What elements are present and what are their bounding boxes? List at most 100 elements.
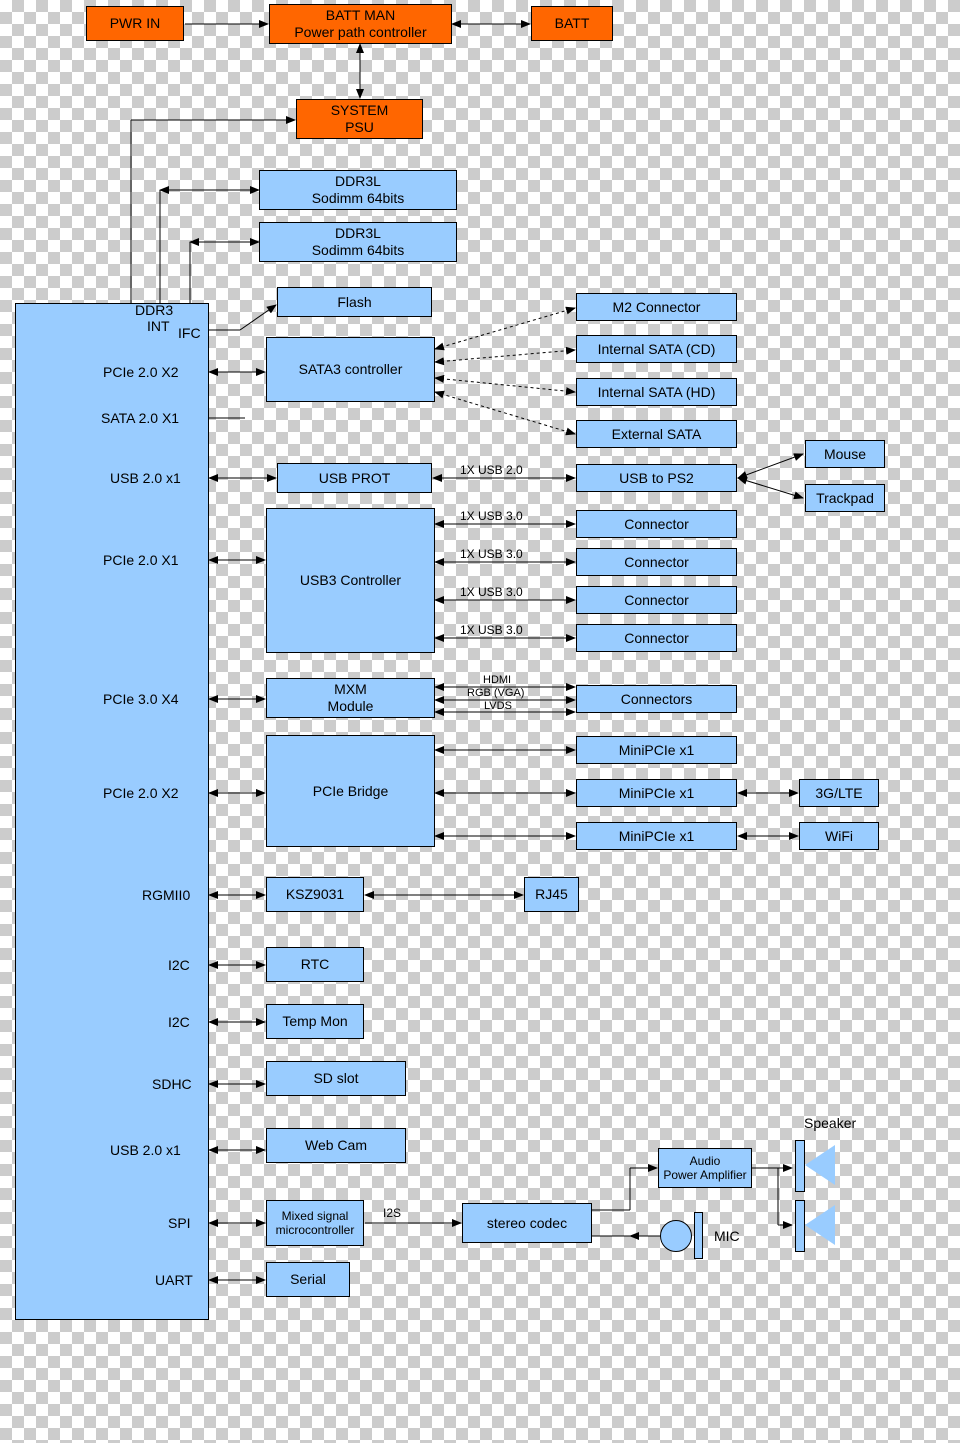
bus-lvds: LVDS bbox=[484, 700, 512, 712]
rtc-label: RTC bbox=[301, 956, 330, 973]
pwr-in-block: PWR IN bbox=[86, 6, 184, 41]
usb-ps2-label: USB to PS2 bbox=[619, 470, 694, 487]
port-pcie30x4: PCIe 3.0 X4 bbox=[103, 691, 179, 707]
stereo-codec-block: stereo codec bbox=[462, 1203, 592, 1243]
usb-ps2-block: USB to PS2 bbox=[576, 464, 737, 492]
port-sdhc: SDHC bbox=[152, 1076, 192, 1092]
audio-pa-block: Audio Power Amplifier bbox=[658, 1148, 752, 1188]
ddr2-block: DDR3L Sodimm 64bits bbox=[259, 222, 457, 262]
speaker-bar-1 bbox=[795, 1140, 805, 1192]
webcam-block: Web Cam bbox=[266, 1128, 406, 1163]
mouse-label: Mouse bbox=[824, 446, 866, 463]
mixed-sig-label: Mixed signal microcontroller bbox=[276, 1209, 355, 1238]
bus-usb30-c: 1X USB 3.0 bbox=[460, 585, 523, 599]
minipcie2-block: MiniPCIe x1 bbox=[576, 779, 737, 807]
soc-block bbox=[15, 303, 209, 1320]
conn3-label: Connector bbox=[624, 592, 689, 609]
mxm-label: MXM Module bbox=[328, 681, 374, 715]
mxm-conn-label: Connectors bbox=[621, 691, 693, 708]
int-sata-hd-label: Internal SATA (HD) bbox=[598, 384, 716, 401]
lte-label: 3G/LTE bbox=[815, 785, 862, 802]
port-pcie20x1: PCIe 2.0 X1 bbox=[103, 552, 179, 568]
rtc-block: RTC bbox=[266, 947, 364, 982]
ext-sata-label: External SATA bbox=[612, 426, 702, 443]
m2-label: M2 Connector bbox=[613, 299, 701, 316]
speaker-icon-1 bbox=[805, 1145, 835, 1185]
sata3-block: SATA3 controller bbox=[266, 337, 435, 402]
port-usb20x1-a: USB 2.0 x1 bbox=[110, 470, 181, 486]
minipcie1-label: MiniPCIe x1 bbox=[619, 742, 694, 759]
flash-label: Flash bbox=[337, 294, 371, 311]
port-rgmii0: RGMII0 bbox=[142, 887, 190, 903]
speaker-icon-2 bbox=[805, 1205, 835, 1245]
batt-label: BATT bbox=[555, 15, 590, 32]
usb3-ctrl-label: USB3 Controller bbox=[300, 572, 401, 589]
batt-man-label: BATT MAN Power path controller bbox=[294, 7, 426, 41]
bus-rgb: RGB (VGA) bbox=[467, 687, 524, 699]
speaker-label: Speaker bbox=[804, 1115, 856, 1131]
ddr2-label: DDR3L Sodimm 64bits bbox=[312, 225, 405, 259]
mxm-conn-block: Connectors bbox=[576, 685, 737, 713]
system-psu-block: SYSTEM PSU bbox=[296, 99, 423, 139]
rj45-label: RJ45 bbox=[535, 886, 568, 903]
ksz-label: KSZ9031 bbox=[286, 886, 344, 903]
sata3-label: SATA3 controller bbox=[299, 361, 403, 378]
ext-sata-block: External SATA bbox=[576, 420, 737, 448]
sd-slot-label: SD slot bbox=[313, 1070, 358, 1087]
trackpad-block: Trackpad bbox=[805, 484, 885, 512]
int-sata-cd-label: Internal SATA (CD) bbox=[598, 341, 716, 358]
mic-label: MIC bbox=[714, 1228, 740, 1244]
minipcie3-label: MiniPCIe x1 bbox=[619, 828, 694, 845]
port-i2c-a: I2C bbox=[168, 957, 190, 973]
serial-block: Serial bbox=[266, 1262, 350, 1297]
flash-block: Flash bbox=[277, 287, 432, 317]
int-sata-cd-block: Internal SATA (CD) bbox=[576, 335, 737, 363]
port-spi: SPI bbox=[168, 1215, 191, 1231]
mic-bar bbox=[694, 1212, 703, 1259]
port-usb20x1-b: USB 2.0 x1 bbox=[110, 1142, 181, 1158]
pcie-bridge-block: PCIe Bridge bbox=[266, 735, 435, 847]
bus-usb30-a: 1X USB 3.0 bbox=[460, 509, 523, 523]
port-int: INT bbox=[147, 318, 170, 334]
mic-icon bbox=[660, 1220, 692, 1252]
minipcie1-block: MiniPCIe x1 bbox=[576, 736, 737, 764]
pcie-bridge-label: PCIe Bridge bbox=[313, 783, 388, 800]
conn2-label: Connector bbox=[624, 554, 689, 571]
conn2-block: Connector bbox=[576, 548, 737, 576]
conn1-label: Connector bbox=[624, 516, 689, 533]
bus-usb30-d: 1X USB 3.0 bbox=[460, 623, 523, 637]
port-sata20x1: SATA 2.0 X1 bbox=[101, 410, 179, 426]
batt-block: BATT bbox=[531, 6, 613, 41]
temp-mon-label: Temp Mon bbox=[282, 1013, 347, 1030]
port-ddr3: DDR3 bbox=[135, 302, 173, 318]
audio-pa-label: Audio Power Amplifier bbox=[663, 1154, 746, 1183]
ddr1-block: DDR3L Sodimm 64bits bbox=[259, 170, 457, 210]
pwr-in-label: PWR IN bbox=[110, 15, 161, 32]
bus-hdmi: HDMI bbox=[483, 674, 511, 686]
minipcie3-block: MiniPCIe x1 bbox=[576, 822, 737, 850]
port-i2c-b: I2C bbox=[168, 1014, 190, 1030]
usb-prot-label: USB PROT bbox=[319, 470, 391, 487]
mouse-block: Mouse bbox=[805, 440, 885, 468]
mxm-block: MXM Module bbox=[266, 678, 435, 718]
m2-block: M2 Connector bbox=[576, 293, 737, 321]
int-sata-hd-block: Internal SATA (HD) bbox=[576, 378, 737, 406]
bus-i2s: I2S bbox=[383, 1206, 401, 1220]
speaker-bar-2 bbox=[795, 1200, 805, 1252]
sd-slot-block: SD slot bbox=[266, 1061, 406, 1096]
webcam-label: Web Cam bbox=[305, 1137, 367, 1154]
wifi-label: WiFi bbox=[825, 828, 853, 845]
serial-label: Serial bbox=[290, 1271, 326, 1288]
mixed-sig-block: Mixed signal microcontroller bbox=[266, 1200, 364, 1246]
wifi-block: WiFi bbox=[799, 822, 879, 850]
conn4-block: Connector bbox=[576, 624, 737, 652]
ddr1-label: DDR3L Sodimm 64bits bbox=[312, 173, 405, 207]
temp-mon-block: Temp Mon bbox=[266, 1004, 364, 1039]
conn4-label: Connector bbox=[624, 630, 689, 647]
bus-usb30-b: 1X USB 3.0 bbox=[460, 547, 523, 561]
lte-block: 3G/LTE bbox=[799, 779, 879, 807]
stereo-codec-label: stereo codec bbox=[487, 1215, 567, 1232]
rj45-block: RJ45 bbox=[524, 877, 579, 912]
minipcie2-label: MiniPCIe x1 bbox=[619, 785, 694, 802]
port-pcie20x2-b: PCIe 2.0 X2 bbox=[103, 785, 179, 801]
